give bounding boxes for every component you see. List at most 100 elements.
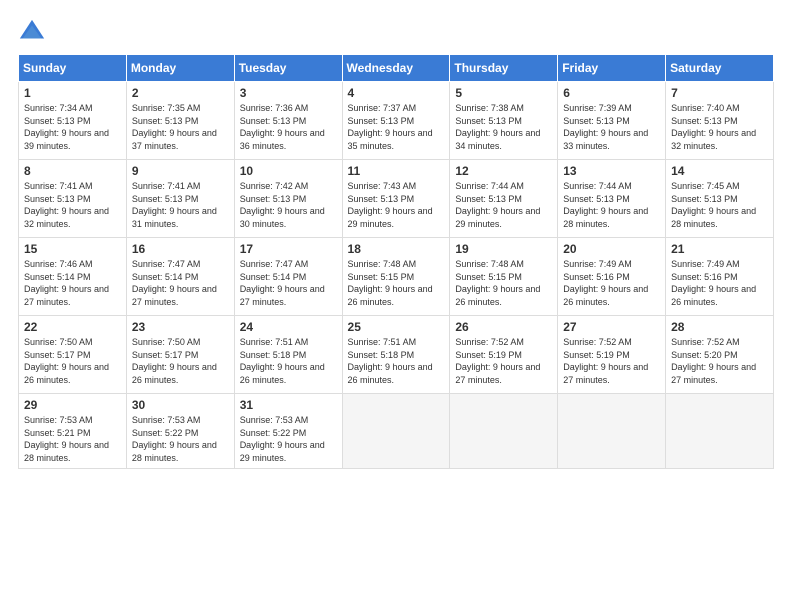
day-number: 20	[563, 242, 660, 256]
day-detail: Sunrise: 7:53 AMSunset: 5:21 PMDaylight:…	[24, 415, 109, 463]
calendar-week-3: 15 Sunrise: 7:46 AMSunset: 5:14 PMDaylig…	[19, 238, 774, 316]
calendar-cell: 28 Sunrise: 7:52 AMSunset: 5:20 PMDaylig…	[666, 316, 774, 394]
day-number: 25	[348, 320, 445, 334]
calendar-cell: 26 Sunrise: 7:52 AMSunset: 5:19 PMDaylig…	[450, 316, 558, 394]
calendar-cell: 16 Sunrise: 7:47 AMSunset: 5:14 PMDaylig…	[126, 238, 234, 316]
day-number: 5	[455, 86, 552, 100]
day-number: 16	[132, 242, 229, 256]
day-detail: Sunrise: 7:52 AMSunset: 5:19 PMDaylight:…	[563, 337, 648, 385]
day-detail: Sunrise: 7:44 AMSunset: 5:13 PMDaylight:…	[455, 181, 540, 229]
day-number: 4	[348, 86, 445, 100]
day-number: 22	[24, 320, 121, 334]
page: SundayMondayTuesdayWednesdayThursdayFrid…	[0, 0, 792, 612]
calendar-cell: 24 Sunrise: 7:51 AMSunset: 5:18 PMDaylig…	[234, 316, 342, 394]
day-number: 10	[240, 164, 337, 178]
day-number: 29	[24, 398, 121, 412]
calendar-week-1: 1 Sunrise: 7:34 AMSunset: 5:13 PMDayligh…	[19, 82, 774, 160]
calendar-cell: 2 Sunrise: 7:35 AMSunset: 5:13 PMDayligh…	[126, 82, 234, 160]
day-detail: Sunrise: 7:53 AMSunset: 5:22 PMDaylight:…	[132, 415, 217, 463]
day-number: 18	[348, 242, 445, 256]
day-number: 26	[455, 320, 552, 334]
calendar-cell	[666, 394, 774, 469]
day-detail: Sunrise: 7:41 AMSunset: 5:13 PMDaylight:…	[24, 181, 109, 229]
calendar-cell: 17 Sunrise: 7:47 AMSunset: 5:14 PMDaylig…	[234, 238, 342, 316]
day-detail: Sunrise: 7:48 AMSunset: 5:15 PMDaylight:…	[455, 259, 540, 307]
day-number: 9	[132, 164, 229, 178]
calendar-cell: 6 Sunrise: 7:39 AMSunset: 5:13 PMDayligh…	[558, 82, 666, 160]
logo	[18, 18, 50, 46]
day-detail: Sunrise: 7:36 AMSunset: 5:13 PMDaylight:…	[240, 103, 325, 151]
calendar-cell: 8 Sunrise: 7:41 AMSunset: 5:13 PMDayligh…	[19, 160, 127, 238]
day-number: 6	[563, 86, 660, 100]
weekday-header-row: SundayMondayTuesdayWednesdayThursdayFrid…	[19, 55, 774, 82]
calendar-cell: 4 Sunrise: 7:37 AMSunset: 5:13 PMDayligh…	[342, 82, 450, 160]
calendar-cell: 14 Sunrise: 7:45 AMSunset: 5:13 PMDaylig…	[666, 160, 774, 238]
calendar-cell: 20 Sunrise: 7:49 AMSunset: 5:16 PMDaylig…	[558, 238, 666, 316]
day-detail: Sunrise: 7:52 AMSunset: 5:20 PMDaylight:…	[671, 337, 756, 385]
day-number: 8	[24, 164, 121, 178]
day-number: 19	[455, 242, 552, 256]
weekday-header-tuesday: Tuesday	[234, 55, 342, 82]
calendar-cell: 22 Sunrise: 7:50 AMSunset: 5:17 PMDaylig…	[19, 316, 127, 394]
calendar-table: SundayMondayTuesdayWednesdayThursdayFrid…	[18, 54, 774, 469]
calendar-cell: 19 Sunrise: 7:48 AMSunset: 5:15 PMDaylig…	[450, 238, 558, 316]
day-detail: Sunrise: 7:49 AMSunset: 5:16 PMDaylight:…	[671, 259, 756, 307]
calendar-cell: 12 Sunrise: 7:44 AMSunset: 5:13 PMDaylig…	[450, 160, 558, 238]
day-detail: Sunrise: 7:42 AMSunset: 5:13 PMDaylight:…	[240, 181, 325, 229]
day-detail: Sunrise: 7:50 AMSunset: 5:17 PMDaylight:…	[24, 337, 109, 385]
calendar-week-2: 8 Sunrise: 7:41 AMSunset: 5:13 PMDayligh…	[19, 160, 774, 238]
calendar-cell: 31 Sunrise: 7:53 AMSunset: 5:22 PMDaylig…	[234, 394, 342, 469]
day-number: 27	[563, 320, 660, 334]
day-detail: Sunrise: 7:34 AMSunset: 5:13 PMDaylight:…	[24, 103, 109, 151]
day-number: 2	[132, 86, 229, 100]
calendar-cell: 7 Sunrise: 7:40 AMSunset: 5:13 PMDayligh…	[666, 82, 774, 160]
day-number: 7	[671, 86, 768, 100]
calendar-cell	[342, 394, 450, 469]
calendar-cell: 30 Sunrise: 7:53 AMSunset: 5:22 PMDaylig…	[126, 394, 234, 469]
day-number: 14	[671, 164, 768, 178]
logo-icon	[18, 18, 46, 46]
calendar-cell: 9 Sunrise: 7:41 AMSunset: 5:13 PMDayligh…	[126, 160, 234, 238]
calendar-cell	[450, 394, 558, 469]
weekday-header-sunday: Sunday	[19, 55, 127, 82]
calendar-cell: 23 Sunrise: 7:50 AMSunset: 5:17 PMDaylig…	[126, 316, 234, 394]
calendar-cell: 5 Sunrise: 7:38 AMSunset: 5:13 PMDayligh…	[450, 82, 558, 160]
day-number: 15	[24, 242, 121, 256]
day-number: 23	[132, 320, 229, 334]
calendar-cell: 27 Sunrise: 7:52 AMSunset: 5:19 PMDaylig…	[558, 316, 666, 394]
weekday-header-saturday: Saturday	[666, 55, 774, 82]
calendar-cell	[558, 394, 666, 469]
calendar-cell: 15 Sunrise: 7:46 AMSunset: 5:14 PMDaylig…	[19, 238, 127, 316]
day-detail: Sunrise: 7:43 AMSunset: 5:13 PMDaylight:…	[348, 181, 433, 229]
calendar-cell: 25 Sunrise: 7:51 AMSunset: 5:18 PMDaylig…	[342, 316, 450, 394]
calendar-week-5: 29 Sunrise: 7:53 AMSunset: 5:21 PMDaylig…	[19, 394, 774, 469]
day-number: 21	[671, 242, 768, 256]
header	[18, 18, 774, 46]
day-number: 3	[240, 86, 337, 100]
day-detail: Sunrise: 7:51 AMSunset: 5:18 PMDaylight:…	[348, 337, 433, 385]
day-number: 11	[348, 164, 445, 178]
day-number: 24	[240, 320, 337, 334]
day-number: 28	[671, 320, 768, 334]
day-detail: Sunrise: 7:44 AMSunset: 5:13 PMDaylight:…	[563, 181, 648, 229]
weekday-header-thursday: Thursday	[450, 55, 558, 82]
day-number: 12	[455, 164, 552, 178]
day-detail: Sunrise: 7:37 AMSunset: 5:13 PMDaylight:…	[348, 103, 433, 151]
day-number: 1	[24, 86, 121, 100]
day-detail: Sunrise: 7:39 AMSunset: 5:13 PMDaylight:…	[563, 103, 648, 151]
weekday-header-monday: Monday	[126, 55, 234, 82]
day-detail: Sunrise: 7:35 AMSunset: 5:13 PMDaylight:…	[132, 103, 217, 151]
day-detail: Sunrise: 7:40 AMSunset: 5:13 PMDaylight:…	[671, 103, 756, 151]
weekday-header-wednesday: Wednesday	[342, 55, 450, 82]
day-number: 13	[563, 164, 660, 178]
calendar-cell: 11 Sunrise: 7:43 AMSunset: 5:13 PMDaylig…	[342, 160, 450, 238]
day-detail: Sunrise: 7:46 AMSunset: 5:14 PMDaylight:…	[24, 259, 109, 307]
day-detail: Sunrise: 7:52 AMSunset: 5:19 PMDaylight:…	[455, 337, 540, 385]
day-detail: Sunrise: 7:53 AMSunset: 5:22 PMDaylight:…	[240, 415, 325, 463]
day-detail: Sunrise: 7:49 AMSunset: 5:16 PMDaylight:…	[563, 259, 648, 307]
day-number: 17	[240, 242, 337, 256]
day-detail: Sunrise: 7:47 AMSunset: 5:14 PMDaylight:…	[240, 259, 325, 307]
day-detail: Sunrise: 7:51 AMSunset: 5:18 PMDaylight:…	[240, 337, 325, 385]
day-detail: Sunrise: 7:38 AMSunset: 5:13 PMDaylight:…	[455, 103, 540, 151]
day-detail: Sunrise: 7:47 AMSunset: 5:14 PMDaylight:…	[132, 259, 217, 307]
